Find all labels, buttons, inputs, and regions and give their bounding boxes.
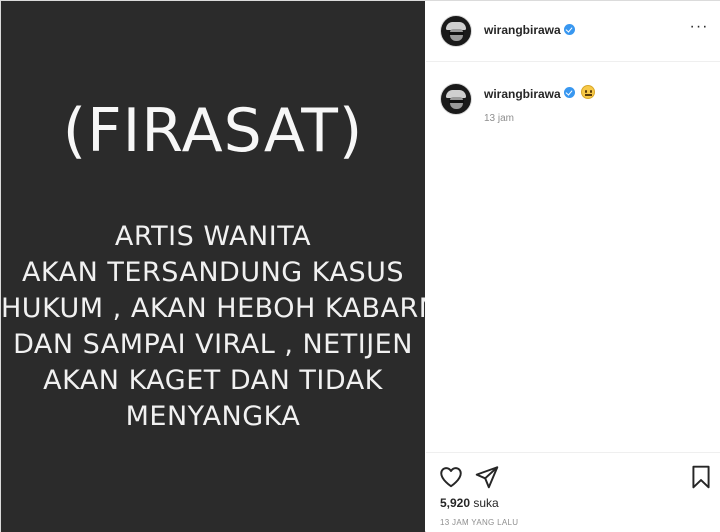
bookmark-icon[interactable] bbox=[688, 464, 714, 490]
post-frame: (FIRASAT) ARTIS WANITA AKAN TERSANDUNG K… bbox=[0, 0, 720, 532]
post-image-line: AKAN TERSANDUNG KASUS bbox=[21, 257, 405, 288]
likes-count[interactable]: 5,920 suka bbox=[440, 496, 499, 510]
post-image[interactable]: (FIRASAT) ARTIS WANITA AKAN TERSANDUNG K… bbox=[1, 1, 425, 532]
heart-icon[interactable] bbox=[438, 464, 464, 490]
post-image-line: DAN SAMPAI VIRAL , NETIJEN bbox=[13, 329, 413, 360]
avatar[interactable] bbox=[440, 15, 472, 47]
verified-badge-icon bbox=[564, 24, 575, 35]
paper-plane-icon[interactable] bbox=[474, 464, 500, 490]
verified-badge-icon bbox=[564, 87, 575, 98]
post-image-line: MENYANGKA bbox=[125, 401, 301, 432]
post-image-line: AKAN KAGET DAN TIDAK bbox=[43, 365, 383, 396]
neutral-face-emoji-icon bbox=[581, 85, 595, 99]
caption-username[interactable]: wirangbirawa bbox=[484, 87, 561, 101]
post-sidebar: wirangbirawa ··· wirangbirawa 13 jam 5,9… bbox=[426, 1, 720, 532]
avatar[interactable] bbox=[440, 83, 472, 115]
likes-word: suka bbox=[473, 496, 499, 510]
header-username[interactable]: wirangbirawa bbox=[484, 23, 561, 37]
posted-time[interactable]: 13 JAM YANG LALU bbox=[440, 518, 518, 527]
post-header: wirangbirawa ··· bbox=[426, 1, 720, 62]
post-image-line: ARTIS WANITA bbox=[114, 221, 312, 252]
post-actions: 5,920 suka 13 JAM YANG LALU bbox=[426, 452, 720, 532]
post-image-text: ARTIS WANITA AKAN TERSANDUNG KASUS HUKUM… bbox=[1, 219, 425, 435]
likes-number: 5,920 bbox=[440, 496, 471, 510]
more-options-icon[interactable]: ··· bbox=[689, 19, 709, 37]
caption-time[interactable]: 13 jam bbox=[484, 113, 514, 124]
post-image-line: HUKUM , AKAN HEBOH KABARNYA bbox=[1, 293, 425, 324]
post-image-title: (FIRASAT) bbox=[62, 96, 364, 166]
